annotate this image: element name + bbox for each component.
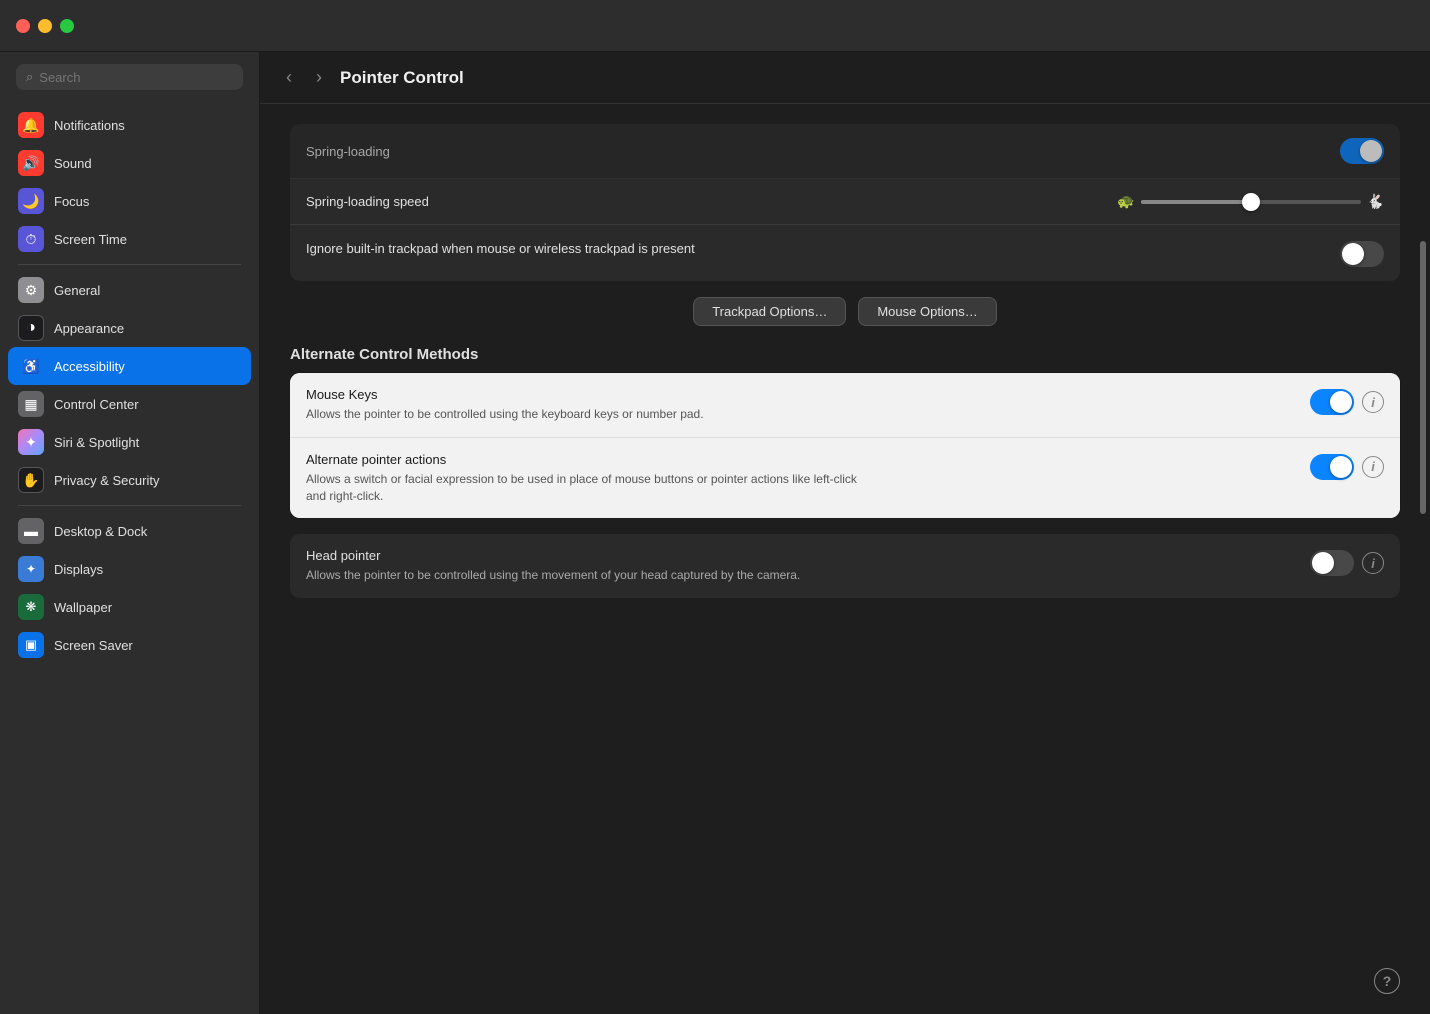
general-icon: ⚙	[18, 277, 44, 303]
maximize-button[interactable]	[60, 19, 74, 33]
title-bar	[0, 0, 1430, 52]
search-input[interactable]	[39, 70, 233, 85]
app-window: ⌕ 🔔 Notifications 🔊 Sound 🌙 Focus	[0, 52, 1430, 1014]
alternate-methods-card: Mouse Keys Allows the pointer to be cont…	[290, 373, 1400, 518]
desktop-icon: ▬	[18, 518, 44, 544]
content-scroll: Spring-loading Spring-loading speed 🐢	[260, 104, 1430, 1014]
alt-pointer-desc: Allows a switch or facial expression to …	[306, 471, 866, 505]
screensaver-icon: ▣	[18, 632, 44, 658]
slow-icon: 🐢	[1117, 193, 1134, 210]
sidebar-label-general: General	[54, 283, 100, 298]
trackpad-options-button[interactable]: Trackpad Options…	[693, 297, 846, 326]
head-pointer-desc: Allows the pointer to be controlled usin…	[306, 567, 800, 584]
head-pointer-label: Head pointer	[306, 548, 800, 563]
sidebar-item-appearance[interactable]: ◑ Appearance	[8, 309, 251, 347]
privacy-icon: ✋	[18, 467, 44, 493]
ignore-trackpad-row: Ignore built-in trackpad when mouse or w…	[290, 225, 1400, 281]
mouse-options-button[interactable]: Mouse Options…	[858, 297, 996, 326]
options-buttons-row: Trackpad Options… Mouse Options…	[290, 297, 1400, 326]
content-area: ‹ › Pointer Control Spring-loading Sprin…	[260, 52, 1430, 1014]
sidebar-label-notifications: Notifications	[54, 118, 125, 133]
search-icon: ⌕	[26, 69, 33, 85]
notifications-icon: 🔔	[18, 112, 44, 138]
spring-loading-row: Spring-loading	[290, 124, 1400, 179]
speed-slider-track[interactable]	[1141, 200, 1361, 204]
speed-slider-container: 🐢 🐇	[1117, 193, 1384, 210]
siri-icon: ✦	[18, 429, 44, 455]
traffic-lights	[16, 19, 74, 33]
appearance-icon: ◑	[18, 315, 44, 341]
sidebar-item-displays[interactable]: ✦ Displays	[8, 550, 251, 588]
sidebar-label-screentime: Screen Time	[54, 232, 127, 247]
mouse-keys-label-block: Mouse Keys Allows the pointer to be cont…	[306, 387, 704, 423]
sidebar-item-controlcenter[interactable]: ▦ Control Center	[8, 385, 251, 423]
help-button[interactable]: ?	[1374, 968, 1400, 994]
sidebar-label-screensaver: Screen Saver	[54, 638, 133, 653]
displays-icon: ✦	[18, 556, 44, 582]
accessibility-icon: ♿	[18, 353, 44, 379]
alt-pointer-info-button[interactable]: i	[1362, 456, 1384, 478]
ignore-trackpad-label: Ignore built-in trackpad when mouse or w…	[306, 239, 695, 259]
sidebar-label-privacy: Privacy & Security	[54, 473, 159, 488]
alternate-methods-header: Alternate Control Methods	[290, 346, 1400, 363]
spring-loading-label: Spring-loading	[306, 144, 390, 159]
mouse-keys-row: Mouse Keys Allows the pointer to be cont…	[290, 373, 1400, 438]
content-header: ‹ › Pointer Control	[260, 52, 1430, 104]
sidebar-label-appearance: Appearance	[54, 321, 124, 336]
sidebar-label-accessibility: Accessibility	[54, 359, 125, 374]
search-wrap[interactable]: ⌕	[16, 64, 243, 90]
screentime-icon: ⏱	[18, 226, 44, 252]
mouse-keys-toggle[interactable]	[1310, 389, 1354, 415]
sidebar-label-controlcenter: Control Center	[54, 397, 139, 412]
back-button[interactable]: ‹	[280, 65, 298, 90]
head-pointer-label-block: Head pointer Allows the pointer to be co…	[306, 548, 800, 584]
sidebar-divider-2	[18, 505, 241, 506]
mouse-keys-info-button[interactable]: i	[1362, 391, 1384, 413]
sidebar-label-desktop: Desktop & Dock	[54, 524, 147, 539]
sidebar-label-siri: Siri & Spotlight	[54, 435, 139, 450]
focus-icon: 🌙	[18, 188, 44, 214]
close-button[interactable]	[16, 19, 30, 33]
sidebar-item-notifications[interactable]: 🔔 Notifications	[8, 106, 251, 144]
sound-icon: 🔊	[18, 150, 44, 176]
sidebar-item-screensaver[interactable]: ▣ Screen Saver	[8, 626, 251, 664]
search-bar: ⌕	[0, 52, 259, 102]
sidebar-label-focus: Focus	[54, 194, 89, 209]
head-pointer-info-button[interactable]: i	[1362, 552, 1384, 574]
sidebar-label-sound: Sound	[54, 156, 92, 171]
mouse-keys-label: Mouse Keys	[306, 387, 704, 402]
sidebar-label-wallpaper: Wallpaper	[54, 600, 112, 615]
fast-icon: 🐇	[1367, 193, 1384, 210]
sidebar-item-general[interactable]: ⚙ General	[8, 271, 251, 309]
sidebar-item-siri[interactable]: ✦ Siri & Spotlight	[8, 423, 251, 461]
sidebar-item-sound[interactable]: 🔊 Sound	[8, 144, 251, 182]
page-title: Pointer Control	[340, 68, 464, 88]
sidebar-items-list: 🔔 Notifications 🔊 Sound 🌙 Focus ⏱ Screen…	[0, 102, 259, 1014]
sidebar-item-screentime[interactable]: ⏱ Screen Time	[8, 220, 251, 258]
head-pointer-toggle[interactable]	[1310, 550, 1354, 576]
minimize-button[interactable]	[38, 19, 52, 33]
alt-pointer-toggle[interactable]	[1310, 454, 1354, 480]
sidebar-item-privacy[interactable]: ✋ Privacy & Security	[8, 461, 251, 499]
content-wrapper: Spring-loading Spring-loading speed 🐢	[260, 104, 1430, 1014]
controlcenter-icon: ▦	[18, 391, 44, 417]
spring-loading-speed-label: Spring-loading speed	[306, 194, 429, 209]
forward-button[interactable]: ›	[310, 65, 328, 90]
ignore-trackpad-toggle[interactable]	[1340, 241, 1384, 267]
sidebar-item-accessibility[interactable]: ♿ Accessibility	[8, 347, 251, 385]
sidebar-item-focus[interactable]: 🌙 Focus	[8, 182, 251, 220]
sidebar-divider-1	[18, 264, 241, 265]
alt-pointer-row: Alternate pointer actions Allows a switc…	[290, 438, 1400, 519]
sidebar: ⌕ 🔔 Notifications 🔊 Sound 🌙 Focus	[0, 52, 260, 1014]
wallpaper-icon: ❋	[18, 594, 44, 620]
alt-pointer-label-block: Alternate pointer actions Allows a switc…	[306, 452, 866, 505]
spring-loading-toggle[interactable]	[1340, 138, 1384, 164]
alt-pointer-label: Alternate pointer actions	[306, 452, 866, 467]
sidebar-item-desktop[interactable]: ▬ Desktop & Dock	[8, 512, 251, 550]
spring-loading-speed-row: Spring-loading speed 🐢 🐇	[290, 179, 1400, 225]
sidebar-label-displays: Displays	[54, 562, 103, 577]
head-pointer-row: Head pointer Allows the pointer to be co…	[290, 534, 1400, 598]
mouse-keys-desc: Allows the pointer to be controlled usin…	[306, 406, 704, 423]
sidebar-item-wallpaper[interactable]: ❋ Wallpaper	[8, 588, 251, 626]
